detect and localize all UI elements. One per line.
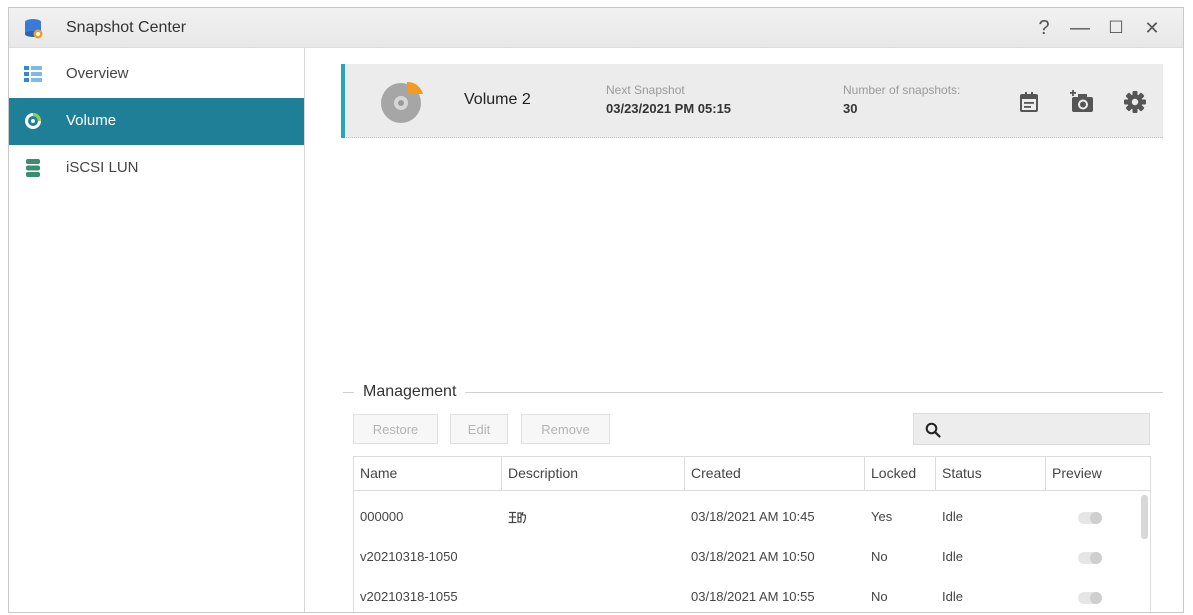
num-snapshots-label: Number of snapshots: (843, 83, 961, 97)
close-button[interactable]: ✕ (1139, 16, 1165, 40)
volume-icon (25, 113, 41, 129)
cell-locked: Yes (871, 509, 893, 524)
maximize-button[interactable]: ☐ (1103, 16, 1129, 40)
volume-card[interactable]: Volume 2 Next Snapshot 03/23/2021 PM 05:… (341, 64, 1163, 138)
title-bar: Snapshot Center ? — ☐ ✕ (9, 8, 1183, 48)
cell-created: 03/18/2021 AM 10:50 (691, 549, 815, 564)
cell-name: 000000 (360, 509, 404, 524)
cell-status: Idle (942, 549, 963, 564)
table-scrollbar[interactable] (1141, 495, 1148, 539)
cell-created: 03/18/2021 AM 10:45 (691, 509, 815, 524)
restore-button[interactable]: Restore (353, 414, 438, 444)
cell-name: v20210318-1050 (360, 549, 458, 564)
sidebar-item-label: Volume (66, 112, 117, 129)
volume-name: Volume 2 (464, 91, 531, 108)
next-snapshot-label: Next Snapshot (606, 83, 685, 97)
cell-status: Idle (942, 589, 963, 604)
cell-description (502, 537, 508, 577)
settings-icon[interactable] (1121, 88, 1149, 116)
volume-disk-icon (381, 81, 423, 123)
toggle-knob (1090, 552, 1102, 564)
management-title: Management (354, 383, 466, 401)
column-header-status[interactable]: Status (936, 457, 1046, 490)
minimize-button[interactable]: — (1067, 16, 1093, 40)
iscsi-lun-icon (26, 159, 40, 177)
table-row[interactable]: 000000 03/18/2021 AM 10:45 Yes Idle (354, 497, 1144, 537)
next-snapshot-value: 03/23/2021 PM 05:15 (606, 101, 732, 116)
cell-locked: No (871, 549, 888, 564)
sidebar-item-label: Overview (66, 65, 129, 82)
num-snapshots-value: 30 (843, 101, 858, 116)
cell-name: v20210318-1055 (360, 589, 458, 604)
take-snapshot-icon[interactable] (1068, 88, 1096, 116)
sidebar-item-overview[interactable]: Overview (9, 51, 304, 98)
description-glyph (508, 511, 526, 524)
sidebar-item-iscsi-lun[interactable]: iSCSI LUN (9, 145, 304, 192)
snapshot-center-window: Snapshot Center ? — ☐ ✕ Overview Volume (8, 7, 1184, 613)
cell-locked: No (871, 589, 888, 604)
cell-status: Idle (942, 509, 963, 524)
cell-created: 03/18/2021 AM 10:55 (691, 589, 815, 604)
remove-button[interactable]: Remove (521, 414, 610, 444)
preview-toggle[interactable] (1078, 592, 1102, 604)
column-header-description[interactable]: Description (502, 457, 685, 490)
table-row[interactable]: v20210318-1055 03/18/2021 AM 10:55 No Id… (354, 577, 1144, 612)
sidebar-item-label: iSCSI LUN (66, 159, 139, 176)
sidebar: Overview Volume iSCSI LUN (9, 48, 305, 612)
search-icon (925, 422, 941, 438)
management-divider (343, 392, 1163, 393)
table-row[interactable]: v20210318-1050 03/18/2021 AM 10:50 No Id… (354, 537, 1144, 577)
toggle-knob (1090, 512, 1102, 524)
table-header: Name Description Created Locked Status P… (354, 457, 1150, 491)
window-title: Snapshot Center (66, 19, 187, 36)
column-header-name[interactable]: Name (354, 457, 502, 490)
preview-toggle[interactable] (1078, 512, 1102, 524)
column-header-created[interactable]: Created (685, 457, 865, 490)
preview-toggle[interactable] (1078, 552, 1102, 564)
column-header-preview[interactable]: Preview (1046, 457, 1150, 490)
sidebar-item-volume[interactable]: Volume (9, 98, 304, 145)
help-button[interactable]: ? (1031, 16, 1057, 40)
edit-button[interactable]: Edit (450, 414, 508, 444)
schedule-icon[interactable] (1015, 88, 1043, 116)
cell-description (502, 577, 508, 612)
snapshot-table: Name Description Created Locked Status P… (353, 456, 1151, 612)
volume-card-accent (341, 64, 345, 138)
toggle-knob (1090, 592, 1102, 604)
search-box[interactable] (913, 413, 1150, 445)
snapshot-center-app-icon (25, 19, 43, 39)
overview-icon (24, 66, 42, 82)
search-input[interactable] (948, 419, 1142, 441)
column-header-locked[interactable]: Locked (865, 457, 936, 490)
